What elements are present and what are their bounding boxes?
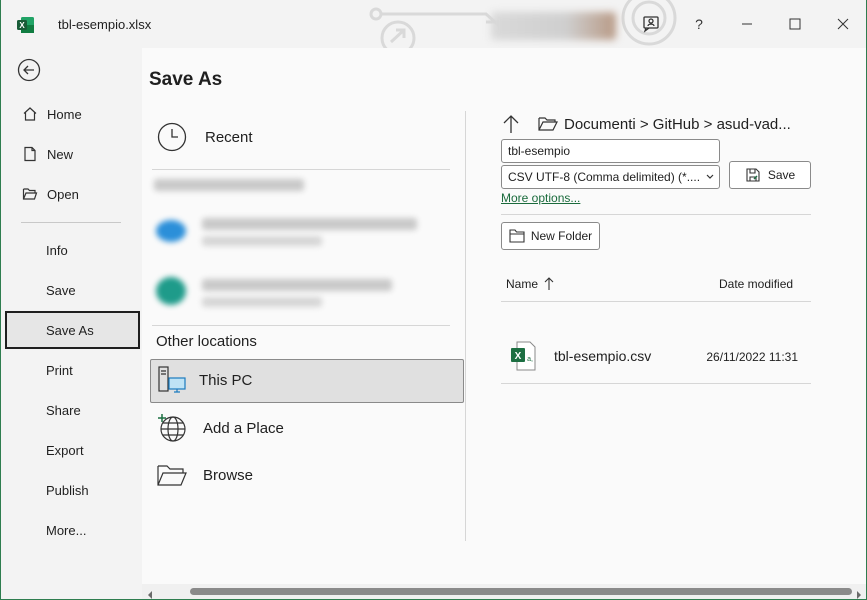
new-document-icon xyxy=(21,145,39,163)
help-button[interactable]: ? xyxy=(685,10,713,38)
clock-icon xyxy=(156,121,188,153)
file-row[interactable]: X a, tbl-esempio.csv 26/11/2022 11:31 xyxy=(502,335,812,383)
back-arrow-icon[interactable] xyxy=(17,58,41,82)
sites-location-blurred[interactable] xyxy=(202,279,392,291)
column-header-date-modified[interactable]: Date modified xyxy=(719,277,793,291)
feedback-icon[interactable] xyxy=(637,10,665,38)
nav-publish[interactable]: Publish xyxy=(5,471,140,509)
onedrive-icon xyxy=(156,220,186,242)
nav-home[interactable]: Home xyxy=(5,95,140,133)
filename-input[interactable]: tbl-esempio xyxy=(501,139,720,163)
nav-open[interactable]: Open xyxy=(5,175,140,213)
globe-add-icon xyxy=(156,412,188,444)
up-arrow-icon[interactable] xyxy=(502,114,526,134)
location-add-place[interactable]: Add a Place xyxy=(156,412,284,444)
document-title: tbl-esempio.xlsx xyxy=(58,17,152,32)
sort-ascending-icon xyxy=(544,277,554,291)
backstage-nav: Home New Open Info Save Save As Print Sh… xyxy=(1,48,141,599)
maximize-icon[interactable] xyxy=(781,10,809,38)
nav-more[interactable]: More... xyxy=(5,511,140,549)
nav-save[interactable]: Save xyxy=(5,271,140,309)
new-folder-button[interactable]: New Folder xyxy=(501,222,600,250)
location-browse[interactable]: Browse xyxy=(156,459,253,491)
location-this-pc[interactable]: This PC xyxy=(150,359,464,403)
folder-icon xyxy=(538,116,558,132)
chevron-down-icon xyxy=(705,170,715,184)
nav-save-as[interactable]: Save As xyxy=(5,311,140,349)
open-folder-icon xyxy=(21,185,39,203)
account-name-blurred xyxy=(154,179,304,191)
onedrive-location-blurred[interactable] xyxy=(202,218,417,230)
file-date-modified: 26/11/2022 11:31 xyxy=(706,350,798,364)
more-options-link[interactable]: More options... xyxy=(501,191,580,205)
save-icon xyxy=(745,167,761,183)
divider xyxy=(152,169,450,170)
column-header-name[interactable]: Name xyxy=(506,277,554,291)
excel-logo-icon: X xyxy=(17,16,35,34)
minimize-icon[interactable] xyxy=(733,10,761,38)
divider xyxy=(501,383,811,384)
scroll-right-icon[interactable] xyxy=(855,587,863,599)
svg-text:X: X xyxy=(19,21,25,30)
nav-divider xyxy=(21,222,121,223)
svg-text:a,: a, xyxy=(527,356,533,363)
nav-share[interactable]: Share xyxy=(5,391,140,429)
breadcrumb-path[interactable]: Documenti > GitHub > asud-vad... xyxy=(564,116,791,133)
excel-backstage-window: X tbl-esempio.xlsx ? Home New Open Info … xyxy=(0,0,867,600)
title-bar: X tbl-esempio.xlsx ? xyxy=(1,0,866,48)
divider xyxy=(501,214,811,215)
close-icon[interactable] xyxy=(829,10,857,38)
save-as-main: Save As Recent Other locations This PC A… xyxy=(142,48,866,599)
nav-new[interactable]: New xyxy=(5,135,140,173)
sites-email-blurred xyxy=(202,297,322,307)
save-path-row: Documenti > GitHub > asud-vad... xyxy=(502,114,791,134)
scroll-left-icon[interactable] xyxy=(146,587,154,599)
computer-icon xyxy=(156,364,188,396)
location-recent[interactable]: Recent xyxy=(156,121,253,153)
filetype-select[interactable]: CSV UTF-8 (Comma delimited) (*.... xyxy=(501,165,720,189)
onedrive-email-blurred xyxy=(202,236,322,246)
nav-info[interactable]: Info xyxy=(5,231,140,269)
save-button[interactable]: Save xyxy=(729,161,811,189)
browse-folder-icon xyxy=(156,459,188,491)
nav-export[interactable]: Export xyxy=(5,431,140,469)
sites-icon xyxy=(156,277,186,305)
nav-print[interactable]: Print xyxy=(5,351,140,389)
file-name: tbl-esempio.csv xyxy=(554,348,652,364)
page-title: Save As xyxy=(149,69,223,90)
new-folder-icon xyxy=(509,229,525,243)
pane-divider xyxy=(465,111,466,541)
home-icon xyxy=(21,105,39,123)
csv-excel-file-icon: X a, xyxy=(510,341,536,376)
other-locations-heading: Other locations xyxy=(156,333,257,350)
svg-text:X: X xyxy=(515,351,522,362)
divider xyxy=(152,325,450,326)
scrollbar-thumb[interactable] xyxy=(190,588,852,595)
divider xyxy=(501,301,811,302)
horizontal-scrollbar[interactable] xyxy=(142,584,866,599)
account-avatar-blurred[interactable] xyxy=(491,12,616,40)
